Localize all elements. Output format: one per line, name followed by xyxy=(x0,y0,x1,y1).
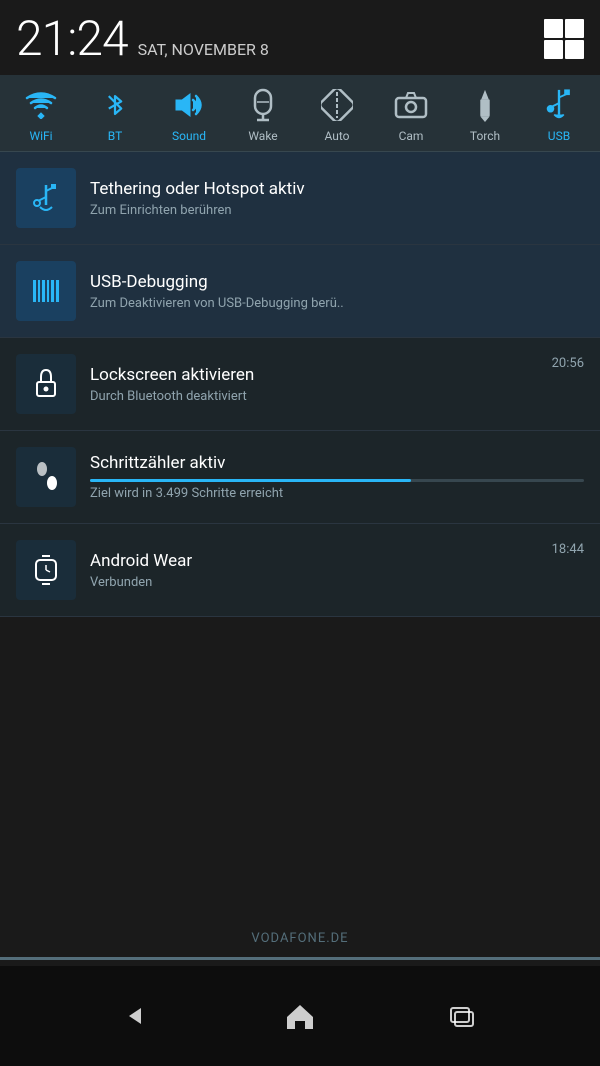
stepcount-title: Schrittzähler aktiv xyxy=(90,453,584,473)
quick-toggles: WiFi BT Sound xyxy=(0,75,600,152)
bluetooth-icon xyxy=(97,87,133,123)
footprint-icon xyxy=(32,461,60,493)
toggle-wake-label: Wake xyxy=(248,129,277,143)
torch-icon xyxy=(467,87,503,123)
toggle-usb-label: USB xyxy=(548,129,570,143)
stepcount-subtitle: Ziel wird in 3.499 Schritte erreicht xyxy=(90,486,584,501)
step-progress-bar xyxy=(90,479,584,482)
toggle-sound[interactable]: Sound xyxy=(152,87,226,143)
stepcount-icon-container xyxy=(16,447,76,507)
androidwear-title: Android Wear xyxy=(90,551,552,571)
notification-usb-debug[interactable]: USB-Debugging Zum Deaktivieren von USB-D… xyxy=(0,245,600,338)
scroll-thumb xyxy=(0,957,600,960)
toggle-auto-label: Auto xyxy=(324,129,349,143)
date-display: SAT, NOVEMBER 8 xyxy=(138,40,269,59)
toggle-auto[interactable]: Auto xyxy=(300,87,374,143)
carrier-label: VODAFONE.DE xyxy=(0,931,600,946)
wake-icon xyxy=(245,87,281,123)
toggle-cam[interactable]: Cam xyxy=(374,87,448,143)
back-button[interactable] xyxy=(115,991,165,1041)
lockscreen-content: Lockscreen aktivieren Durch Bluetooth de… xyxy=(90,365,552,404)
home-button[interactable] xyxy=(275,991,325,1041)
scroll-indicator xyxy=(0,957,600,960)
sound-icon xyxy=(171,87,207,123)
time-display: 21:24 xyxy=(16,10,128,67)
androidwear-time: 18:44 xyxy=(552,542,584,557)
contacts-icon xyxy=(544,19,584,59)
usb-icon xyxy=(541,87,577,123)
usb-debug-content: USB-Debugging Zum Deaktivieren von USB-D… xyxy=(90,272,584,311)
notification-androidwear[interactable]: Android Wear Verbunden 18:44 xyxy=(0,524,600,617)
tethering-title: Tethering oder Hotspot aktiv xyxy=(90,179,584,199)
toggle-sound-label: Sound xyxy=(172,129,206,143)
cam-icon xyxy=(393,87,429,123)
navigation-bar xyxy=(0,966,600,1066)
tethering-subtitle: Zum Einrichten berühren xyxy=(90,203,584,218)
androidwear-icon-container xyxy=(16,540,76,600)
usb-debug-icon-container xyxy=(16,261,76,321)
notification-stepcount[interactable]: Schrittzähler aktiv Ziel wird in 3.499 S… xyxy=(0,431,600,524)
toggle-torch[interactable]: Torch xyxy=(448,87,522,143)
watch-icon xyxy=(32,552,60,588)
usb-debug-subtitle: Zum Deaktivieren von USB-Debugging berü.… xyxy=(90,296,584,311)
lockscreen-subtitle: Durch Bluetooth deaktiviert xyxy=(90,389,552,404)
lockscreen-time: 20:56 xyxy=(552,356,584,371)
status-icons xyxy=(544,19,584,59)
toggle-cam-label: Cam xyxy=(399,129,424,143)
wifi-icon xyxy=(23,87,59,123)
auto-icon xyxy=(319,87,355,123)
tethering-icon-container xyxy=(16,168,76,228)
toggle-torch-label: Torch xyxy=(470,129,500,143)
usb-tethering-icon xyxy=(31,183,61,213)
toggle-bt[interactable]: BT xyxy=(78,87,152,143)
tethering-content: Tethering oder Hotspot aktiv Zum Einrich… xyxy=(90,179,584,218)
lockscreen-icon-container xyxy=(16,354,76,414)
toggle-usb[interactable]: USB xyxy=(522,87,596,143)
barcode-icon xyxy=(31,276,61,306)
toggle-wake[interactable]: Wake xyxy=(226,87,300,143)
recents-button[interactable] xyxy=(435,991,485,1041)
notifications-list: Tethering oder Hotspot aktiv Zum Einrich… xyxy=(0,152,600,617)
step-progress-fill xyxy=(90,479,411,482)
toggle-wifi-label: WiFi xyxy=(29,129,52,143)
lock-icon xyxy=(33,368,59,400)
lockscreen-title: Lockscreen aktivieren xyxy=(90,365,552,385)
notification-lockscreen[interactable]: Lockscreen aktivieren Durch Bluetooth de… xyxy=(0,338,600,431)
toggle-bt-label: BT xyxy=(108,129,122,143)
usb-debug-title: USB-Debugging xyxy=(90,272,584,292)
androidwear-subtitle: Verbunden xyxy=(90,575,552,590)
androidwear-content: Android Wear Verbunden xyxy=(90,551,552,590)
toggle-wifi[interactable]: WiFi xyxy=(4,87,78,143)
time-section: 21:24 SAT, NOVEMBER 8 xyxy=(16,10,269,67)
status-bar: 21:24 SAT, NOVEMBER 8 xyxy=(0,0,600,75)
notification-tethering[interactable]: Tethering oder Hotspot aktiv Zum Einrich… xyxy=(0,152,600,245)
stepcount-content: Schrittzähler aktiv Ziel wird in 3.499 S… xyxy=(90,453,584,501)
